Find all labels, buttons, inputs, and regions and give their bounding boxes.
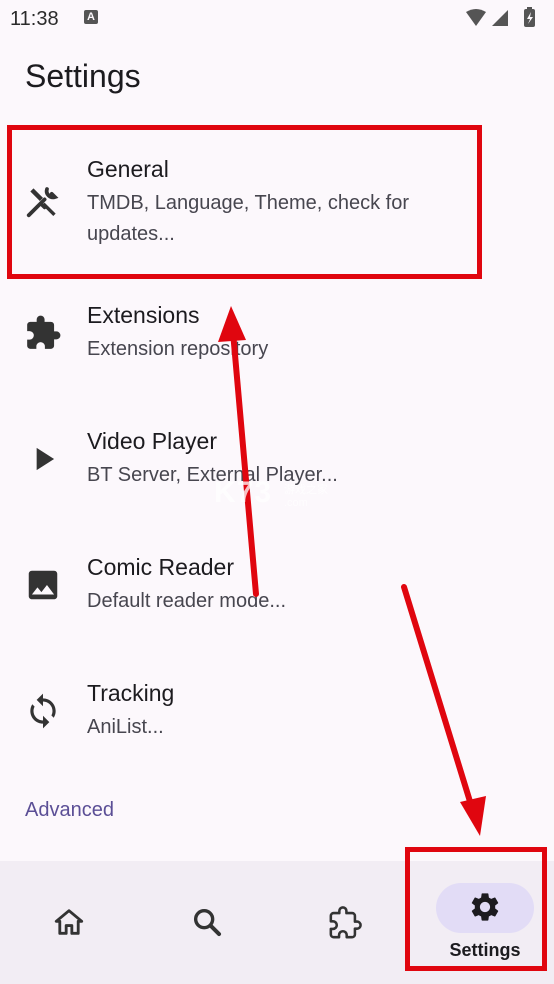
puzzle-icon [27, 315, 61, 349]
settings-item-extensions[interactable]: Extensions Extension repository [0, 252, 554, 378]
settings-item-title: Comic Reader [87, 554, 234, 580]
play-icon [36, 447, 55, 471]
home-icon [54, 909, 84, 935]
settings-item-subtitle: Default reader mode... [87, 590, 286, 612]
sync-icon [30, 693, 56, 729]
settings-item-title: Video Player [87, 428, 217, 454]
nav-label-settings: Settings [449, 940, 521, 960]
settings-item-title: Tracking [87, 680, 175, 706]
settings-item-subtitle: Extension repository [87, 338, 269, 360]
nav-item-search[interactable] [138, 861, 276, 984]
tools-icon [26, 187, 59, 218]
search-icon [193, 908, 222, 937]
nav-item-home[interactable] [0, 861, 138, 984]
section-header-advanced: Advanced [25, 799, 114, 821]
bottom-navigation-bar: Settings [0, 861, 554, 984]
image-icon [28, 570, 58, 600]
nav-item-settings[interactable]: Settings [416, 861, 554, 984]
settings-item-subtitle: AniList... [87, 716, 164, 738]
settings-item-title: General [87, 156, 169, 182]
settings-item-subtitle: BT Server, External Player... [87, 464, 338, 486]
settings-item-general[interactable]: General TMDB, Language, Theme, check for… [0, 126, 554, 252]
settings-item-tracking[interactable]: Tracking AniList... [0, 630, 554, 756]
settings-item-comic-reader[interactable]: Comic Reader Default reader mode... [0, 504, 554, 630]
puzzle-icon [329, 906, 362, 939]
page-title: Settings [25, 58, 141, 94]
nav-item-extensions[interactable] [276, 861, 414, 984]
notification-badge-icon: A [84, 10, 98, 24]
settings-item-subtitle: TMDB, Language, Theme, check for updates… [87, 192, 410, 245]
arrow-head-down [460, 796, 486, 836]
wifi-signal-battery-icon [466, 7, 535, 27]
settings-item-video-player[interactable]: Video Player BT Server, External Player.… [0, 378, 554, 504]
status-icons [464, 7, 544, 34]
status-time: 11:38 [10, 8, 59, 30]
settings-item-title: Extensions [87, 302, 200, 328]
status-bar: 11:38 A [0, 0, 554, 38]
gear-icon [471, 893, 499, 921]
